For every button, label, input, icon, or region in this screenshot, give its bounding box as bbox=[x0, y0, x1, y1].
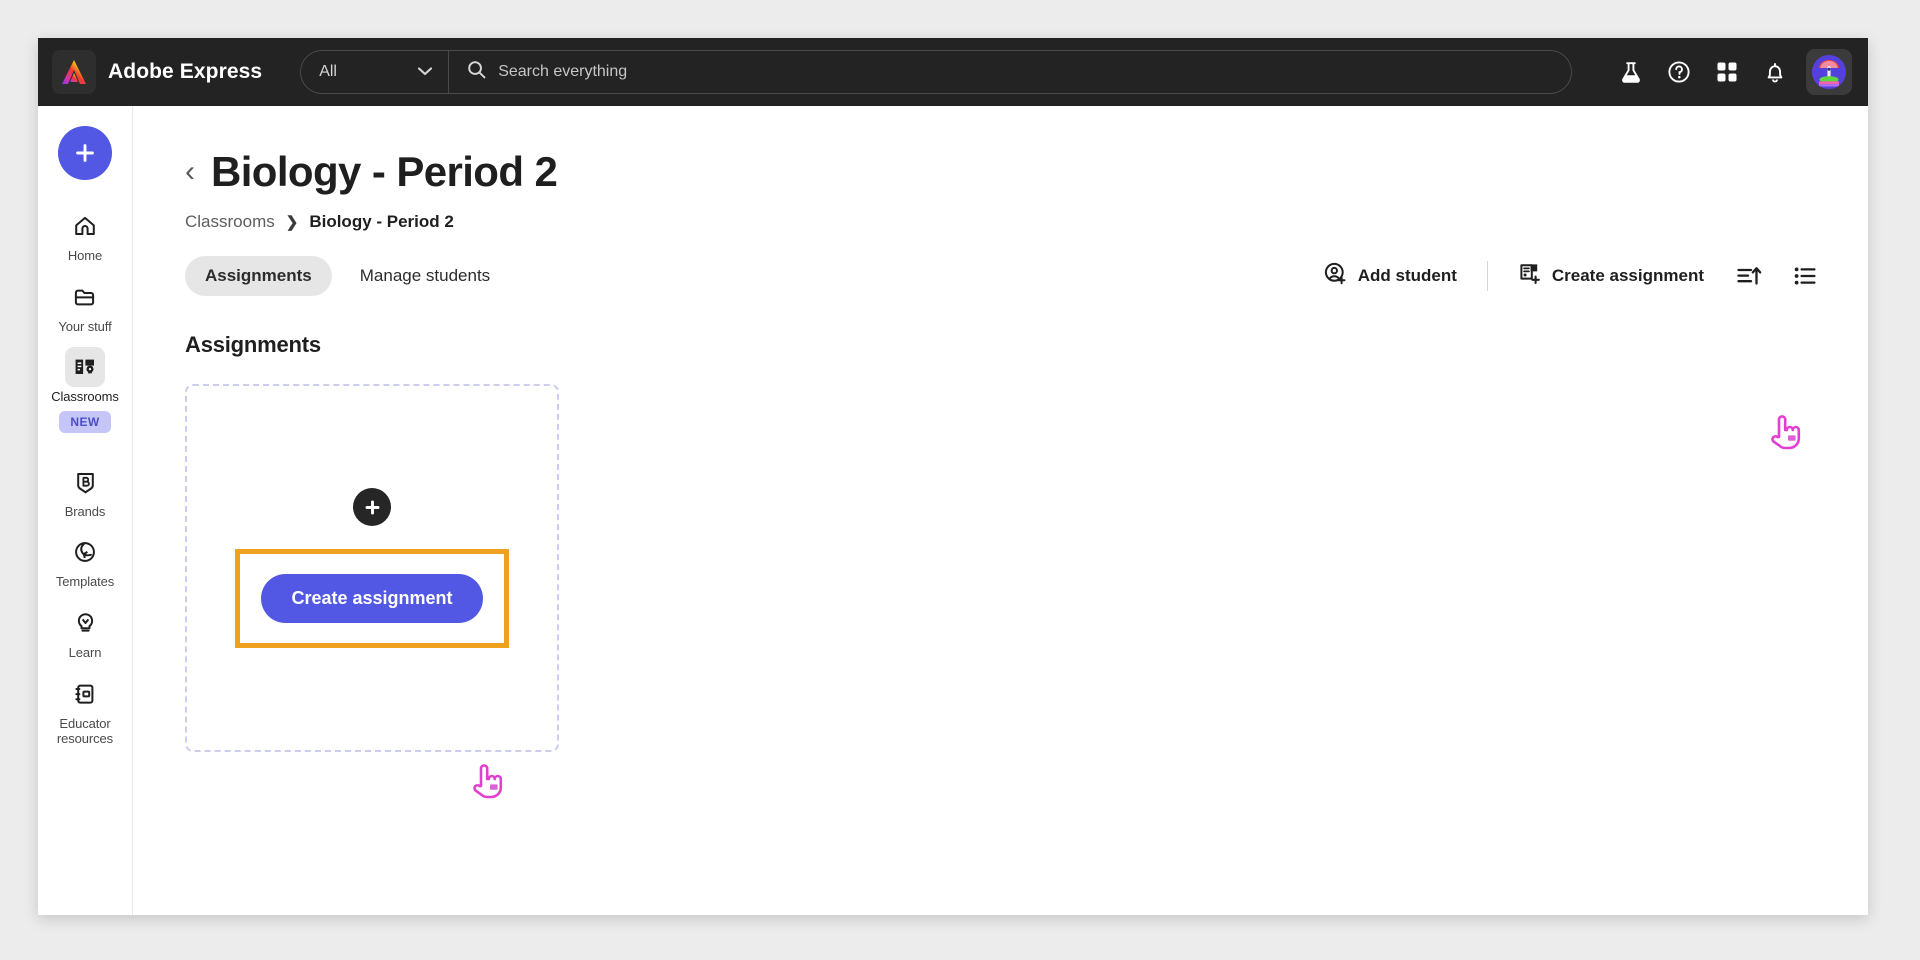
sidebar-item-your-stuff[interactable]: Your stuff bbox=[39, 277, 131, 335]
create-assignment-toolbar-button[interactable]: Create assignment bbox=[1508, 254, 1714, 298]
add-user-icon bbox=[1324, 262, 1347, 290]
tab-manage-students[interactable]: Manage students bbox=[340, 256, 510, 296]
brand-name: Adobe Express bbox=[108, 60, 263, 83]
classroom-icon bbox=[65, 347, 105, 388]
lightbulb-icon bbox=[65, 603, 105, 643]
sidebar-item-label: Learn bbox=[68, 644, 102, 660]
list-view-icon[interactable] bbox=[1784, 255, 1826, 297]
sidebar: Home Your stuff Classrooms NEW Brands Te… bbox=[38, 106, 133, 915]
title-row: ‹ Biology - Period 2 bbox=[185, 106, 1826, 196]
notebook-icon bbox=[65, 674, 105, 714]
toolbar-actions: Add student Create assignment bbox=[1314, 254, 1826, 298]
add-student-button[interactable]: Add student bbox=[1314, 254, 1467, 298]
sidebar-item-learn[interactable]: Learn bbox=[39, 603, 131, 661]
breadcrumb: Classrooms ❯ Biology - Period 2 bbox=[185, 212, 1826, 232]
empty-assignment-card[interactable]: Create assignment bbox=[185, 384, 559, 752]
sidebar-item-label: Brands bbox=[64, 503, 106, 519]
sidebar-item-label: Templates bbox=[55, 574, 115, 590]
folder-icon bbox=[65, 277, 105, 317]
page-title: Biology - Period 2 bbox=[211, 148, 558, 195]
apps-grid-icon[interactable] bbox=[1706, 51, 1748, 93]
chevron-right-icon: ❯ bbox=[285, 214, 299, 231]
create-assignment-toolbar-label: Create assignment bbox=[1551, 266, 1704, 285]
toolbar-divider bbox=[1486, 261, 1488, 291]
main-content: ‹ Biology - Period 2 Classrooms ❯ Biolog… bbox=[133, 106, 1868, 915]
plus-icon[interactable] bbox=[353, 488, 391, 526]
flask-icon[interactable] bbox=[1610, 51, 1652, 93]
sidebar-item-brands[interactable]: Brands bbox=[39, 462, 131, 520]
tab-assignments[interactable]: Assignments bbox=[185, 256, 332, 296]
header-actions bbox=[1592, 49, 1852, 95]
search-scope-select[interactable]: All bbox=[301, 51, 450, 93]
avatar[interactable] bbox=[1806, 49, 1852, 95]
assignment-grid: Create assignment bbox=[185, 384, 1826, 752]
app-header: Adobe Express All Search everything bbox=[38, 38, 1868, 106]
brand-shield-icon bbox=[65, 462, 105, 502]
sidebar-item-label: Educator resources bbox=[56, 715, 114, 747]
bell-icon[interactable] bbox=[1754, 51, 1796, 93]
sidebar-item-label: Your stuff bbox=[58, 318, 112, 334]
search-cluster: All Search everything bbox=[300, 50, 1573, 94]
templates-icon bbox=[65, 532, 105, 572]
app-window: Adobe Express All Search everything Home… bbox=[38, 38, 1868, 915]
pointing-hand-cursor bbox=[470, 761, 504, 806]
search-input[interactable]: Search everything bbox=[449, 51, 1571, 93]
add-document-icon bbox=[1518, 262, 1541, 290]
highlight-annotation-box: Create assignment bbox=[235, 549, 509, 648]
sidebar-create-button[interactable] bbox=[58, 126, 112, 180]
breadcrumb-current: Biology - Period 2 bbox=[309, 212, 454, 231]
chevron-left-icon[interactable]: ‹ bbox=[185, 157, 195, 187]
search-icon bbox=[467, 60, 486, 84]
help-circle-icon[interactable] bbox=[1658, 51, 1700, 93]
sidebar-item-classrooms[interactable]: Classrooms NEW bbox=[39, 347, 131, 433]
tab-list: Assignments Manage students bbox=[185, 256, 510, 296]
section-heading: Assignments bbox=[185, 332, 321, 357]
adobe-express-logo-icon[interactable] bbox=[52, 50, 96, 94]
sidebar-new-badge: NEW bbox=[59, 410, 111, 433]
toolbar-row: Assignments Manage students Add student … bbox=[185, 254, 1826, 298]
search-placeholder-text: Search everything bbox=[498, 63, 628, 80]
search-scope-value: All bbox=[319, 63, 337, 80]
sidebar-item-label: Classrooms bbox=[51, 389, 119, 405]
chevron-down-icon bbox=[418, 63, 433, 81]
add-student-label: Add student bbox=[1357, 266, 1457, 285]
plus-icon bbox=[76, 144, 94, 162]
sidebar-item-educator-resources[interactable]: Educator resources bbox=[39, 674, 131, 747]
sidebar-item-home[interactable]: Home bbox=[39, 206, 131, 264]
sidebar-item-label: Home bbox=[67, 248, 103, 263]
user-avatar-image bbox=[1812, 55, 1846, 89]
body-row: Home Your stuff Classrooms NEW Brands Te… bbox=[38, 106, 1868, 915]
sidebar-item-templates[interactable]: Templates bbox=[39, 532, 131, 590]
sort-ascending-icon[interactable] bbox=[1728, 255, 1770, 297]
create-assignment-cta-button[interactable]: Create assignment bbox=[261, 574, 483, 623]
home-icon bbox=[65, 206, 105, 246]
breadcrumb-classrooms[interactable]: Classrooms bbox=[185, 212, 275, 232]
